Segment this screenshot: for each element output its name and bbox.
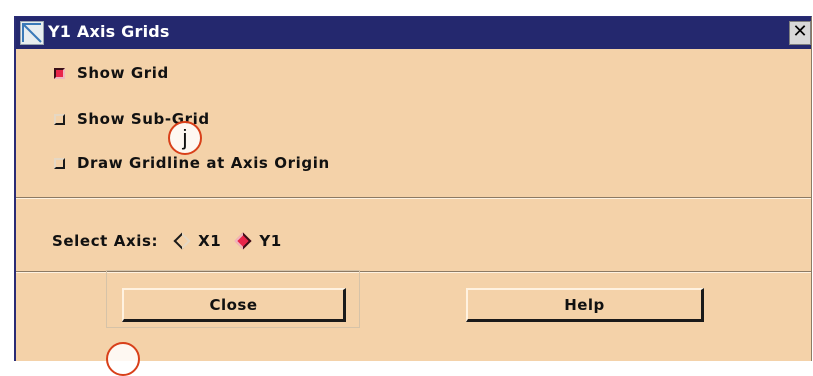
window-menu-icon[interactable] bbox=[20, 21, 44, 45]
annotation-marker-2 bbox=[106, 342, 140, 376]
draw-gridline-origin-checkbox[interactable] bbox=[54, 157, 65, 169]
draw-gridline-origin-label: Draw Gridline at Axis Origin bbox=[77, 154, 330, 172]
y1-radio[interactable] bbox=[234, 232, 252, 250]
draw-gridline-origin-option[interactable]: Draw Gridline at Axis Origin bbox=[54, 151, 330, 175]
close-button[interactable]: Close bbox=[122, 288, 346, 322]
close-icon[interactable]: ✕ bbox=[789, 21, 811, 45]
dialog-title: Y1 Axis Grids bbox=[48, 22, 170, 41]
show-grid-checkbox[interactable] bbox=[54, 67, 65, 79]
select-axis-row: Select Axis: X1 Y1 bbox=[52, 229, 292, 253]
select-axis-label: Select Axis: bbox=[52, 232, 159, 250]
show-grid-label: Show Grid bbox=[77, 64, 169, 82]
help-button[interactable]: Help bbox=[466, 288, 704, 322]
title-bar[interactable]: Y1 Axis Grids ✕ bbox=[16, 17, 811, 49]
y1-radio-label[interactable]: Y1 bbox=[259, 232, 282, 250]
x1-radio-label[interactable]: X1 bbox=[198, 232, 221, 250]
annotation-marker: j bbox=[168, 121, 202, 155]
x1-radio[interactable] bbox=[173, 232, 191, 250]
section-divider bbox=[16, 197, 811, 199]
show-grid-option[interactable]: Show Grid bbox=[54, 61, 169, 85]
show-sub-grid-checkbox[interactable] bbox=[54, 113, 65, 125]
